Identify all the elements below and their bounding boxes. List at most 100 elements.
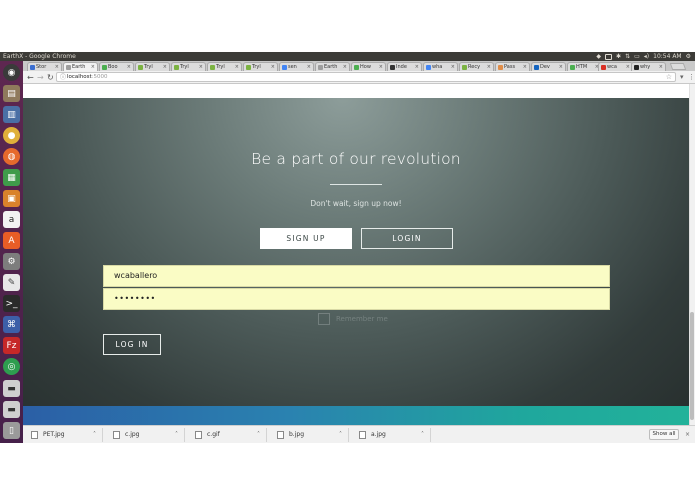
software-center-icon[interactable]: A	[3, 232, 20, 249]
chrome-menu-icon[interactable]: ⋮	[688, 72, 695, 83]
chevron-up-icon[interactable]: ˄	[421, 428, 424, 442]
username-input[interactable]: wcaballero	[103, 265, 610, 287]
login-toggle-button[interactable]: LOGIN	[361, 228, 453, 249]
dropbox-icon[interactable]: ◆	[596, 52, 601, 61]
tab-close-icon[interactable]: ×	[626, 63, 630, 71]
spreadsheet-icon[interactable]: ▦	[3, 169, 20, 186]
tab[interactable]: Inde ×	[387, 62, 422, 71]
tab[interactable]: why ×	[631, 62, 666, 71]
network-tool-icon[interactable]: ⌘	[3, 316, 20, 333]
document-viewer-icon[interactable]: ▥	[3, 106, 20, 123]
tab-close-icon[interactable]: ×	[523, 63, 527, 71]
keyboard-icon[interactable]	[605, 54, 613, 60]
tab-close-icon[interactable]: ×	[659, 63, 663, 71]
desktop-screen: EarthX - Google Chrome ◆ ✱ ⇅ ▭ ◂) 10:54 …	[0, 0, 695, 494]
tab-close-icon[interactable]: ×	[415, 63, 419, 71]
tab[interactable]: wca ×	[598, 62, 633, 71]
network-icon[interactable]: ⇅	[625, 52, 630, 61]
extension-icon[interactable]: ▾	[680, 72, 684, 83]
clock[interactable]: 10:54 AM	[653, 52, 681, 61]
chrome-icon[interactable]: ●	[3, 127, 20, 144]
system-settings-icon[interactable]: ⚙	[3, 253, 20, 270]
volume-icon[interactable]: ◂)	[644, 52, 649, 61]
tab[interactable]: Tryl ×	[243, 62, 278, 71]
file-icon	[31, 431, 38, 439]
tab[interactable]: Earth ×	[63, 62, 98, 71]
close-icon[interactable]: ×	[685, 429, 690, 440]
tab[interactable]: Recy ×	[459, 62, 494, 71]
tab[interactable]: Tryl ×	[207, 62, 242, 71]
sign-up-button[interactable]: SIGN UP	[260, 228, 352, 249]
remember-checkbox[interactable]	[318, 313, 330, 325]
chevron-up-icon[interactable]: ˄	[257, 428, 260, 442]
text-editor-icon[interactable]: ✎	[3, 274, 20, 291]
tab[interactable]: Stor ×	[27, 62, 62, 71]
bookmark-star-icon[interactable]: ☆	[666, 73, 672, 82]
tab[interactable]: How ×	[351, 62, 386, 71]
page-scrollbar[interactable]	[689, 84, 695, 425]
files-icon[interactable]: ▤	[3, 85, 20, 102]
chevron-up-icon[interactable]: ˄	[175, 428, 178, 442]
battery-icon[interactable]: ▭	[634, 52, 640, 61]
tab-close-icon[interactable]: ×	[559, 63, 563, 71]
forward-arrow-icon[interactable]: →	[37, 72, 44, 83]
tab-close-icon[interactable]: ×	[91, 63, 95, 71]
tab-label: Earth	[324, 64, 338, 70]
tab-close-icon[interactable]: ×	[199, 63, 203, 71]
tab-close-icon[interactable]: ×	[163, 63, 167, 71]
bluetooth-icon[interactable]: ✱	[616, 52, 621, 61]
tab-close-icon[interactable]: ×	[271, 63, 275, 71]
impress-icon[interactable]: ▣	[3, 190, 20, 207]
scrollbar-thumb[interactable]	[690, 312, 694, 420]
tab[interactable]: Tryl ×	[135, 62, 170, 71]
chevron-up-icon[interactable]: ˄	[339, 428, 342, 442]
show-all-downloads-button[interactable]: Show all	[649, 429, 679, 440]
tab-close-icon[interactable]: ×	[451, 63, 455, 71]
address-bar[interactable]: ⓘ localhost:5000 ☆	[56, 72, 676, 82]
tab[interactable]: HTM ×	[567, 62, 602, 71]
file-icon	[359, 431, 366, 439]
tab-favicon	[634, 65, 639, 70]
tab[interactable]: Earth ×	[315, 62, 350, 71]
tab[interactable]: wha ×	[423, 62, 458, 71]
tab-close-icon[interactable]: ×	[127, 63, 131, 71]
browser-toolbar: ← → ↻ ⓘ localhost:5000 ☆ ▾ ⋮	[23, 71, 695, 84]
download-item[interactable]: PET.jpg ˄	[25, 428, 103, 442]
tab-label: Pass	[504, 64, 516, 70]
tab-close-icon[interactable]: ×	[55, 63, 59, 71]
download-item[interactable]: b.jpg ˄	[271, 428, 349, 442]
tab[interactable]: Pass ×	[495, 62, 530, 71]
tab-close-icon[interactable]: ×	[307, 63, 311, 71]
firefox-icon[interactable]: ◍	[3, 148, 20, 165]
tab-close-icon[interactable]: ×	[343, 63, 347, 71]
remember-me[interactable]: Remember me	[318, 313, 388, 325]
filezilla-icon[interactable]: Fz	[3, 337, 20, 354]
drive-icon-2[interactable]: ▬	[3, 401, 20, 418]
page-info-icon[interactable]: ⓘ	[60, 73, 66, 82]
trash-icon[interactable]: ▯	[3, 422, 20, 439]
terminal-icon[interactable]: >_	[3, 295, 20, 312]
reload-icon[interactable]: ↻	[47, 72, 54, 83]
back-arrow-icon[interactable]: ←	[27, 72, 34, 83]
tab[interactable]: Dev ×	[531, 62, 566, 71]
tab[interactable]: Boo ×	[99, 62, 134, 71]
hero-title: Be a part of our revolution	[251, 150, 461, 168]
globe-icon[interactable]: ◎	[3, 358, 20, 375]
tab-close-icon[interactable]: ×	[379, 63, 383, 71]
download-item[interactable]: c.jpg ˄	[107, 428, 185, 442]
log-in-button[interactable]: LOG IN	[103, 334, 161, 355]
tab[interactable]: Tryl ×	[171, 62, 206, 71]
tab-close-icon[interactable]: ×	[487, 63, 491, 71]
amazon-icon[interactable]: a	[3, 211, 20, 228]
password-input[interactable]: ••••••••	[103, 288, 610, 310]
download-item[interactable]: a.jpg ˄	[353, 428, 431, 442]
system-top-bar: EarthX - Google Chrome ◆ ✱ ⇅ ▭ ◂) 10:54 …	[0, 52, 695, 61]
tab-close-icon[interactable]: ×	[235, 63, 239, 71]
settings-gear-icon[interactable]: ⚙	[686, 52, 691, 61]
new-tab-button[interactable]	[669, 63, 687, 70]
chevron-up-icon[interactable]: ˄	[93, 428, 96, 442]
download-item[interactable]: c.gif ˄	[189, 428, 267, 442]
ubuntu-dash-icon[interactable]: ◉	[3, 64, 20, 81]
tab[interactable]: sen ×	[279, 62, 314, 71]
drive-icon[interactable]: ▬	[3, 380, 20, 397]
